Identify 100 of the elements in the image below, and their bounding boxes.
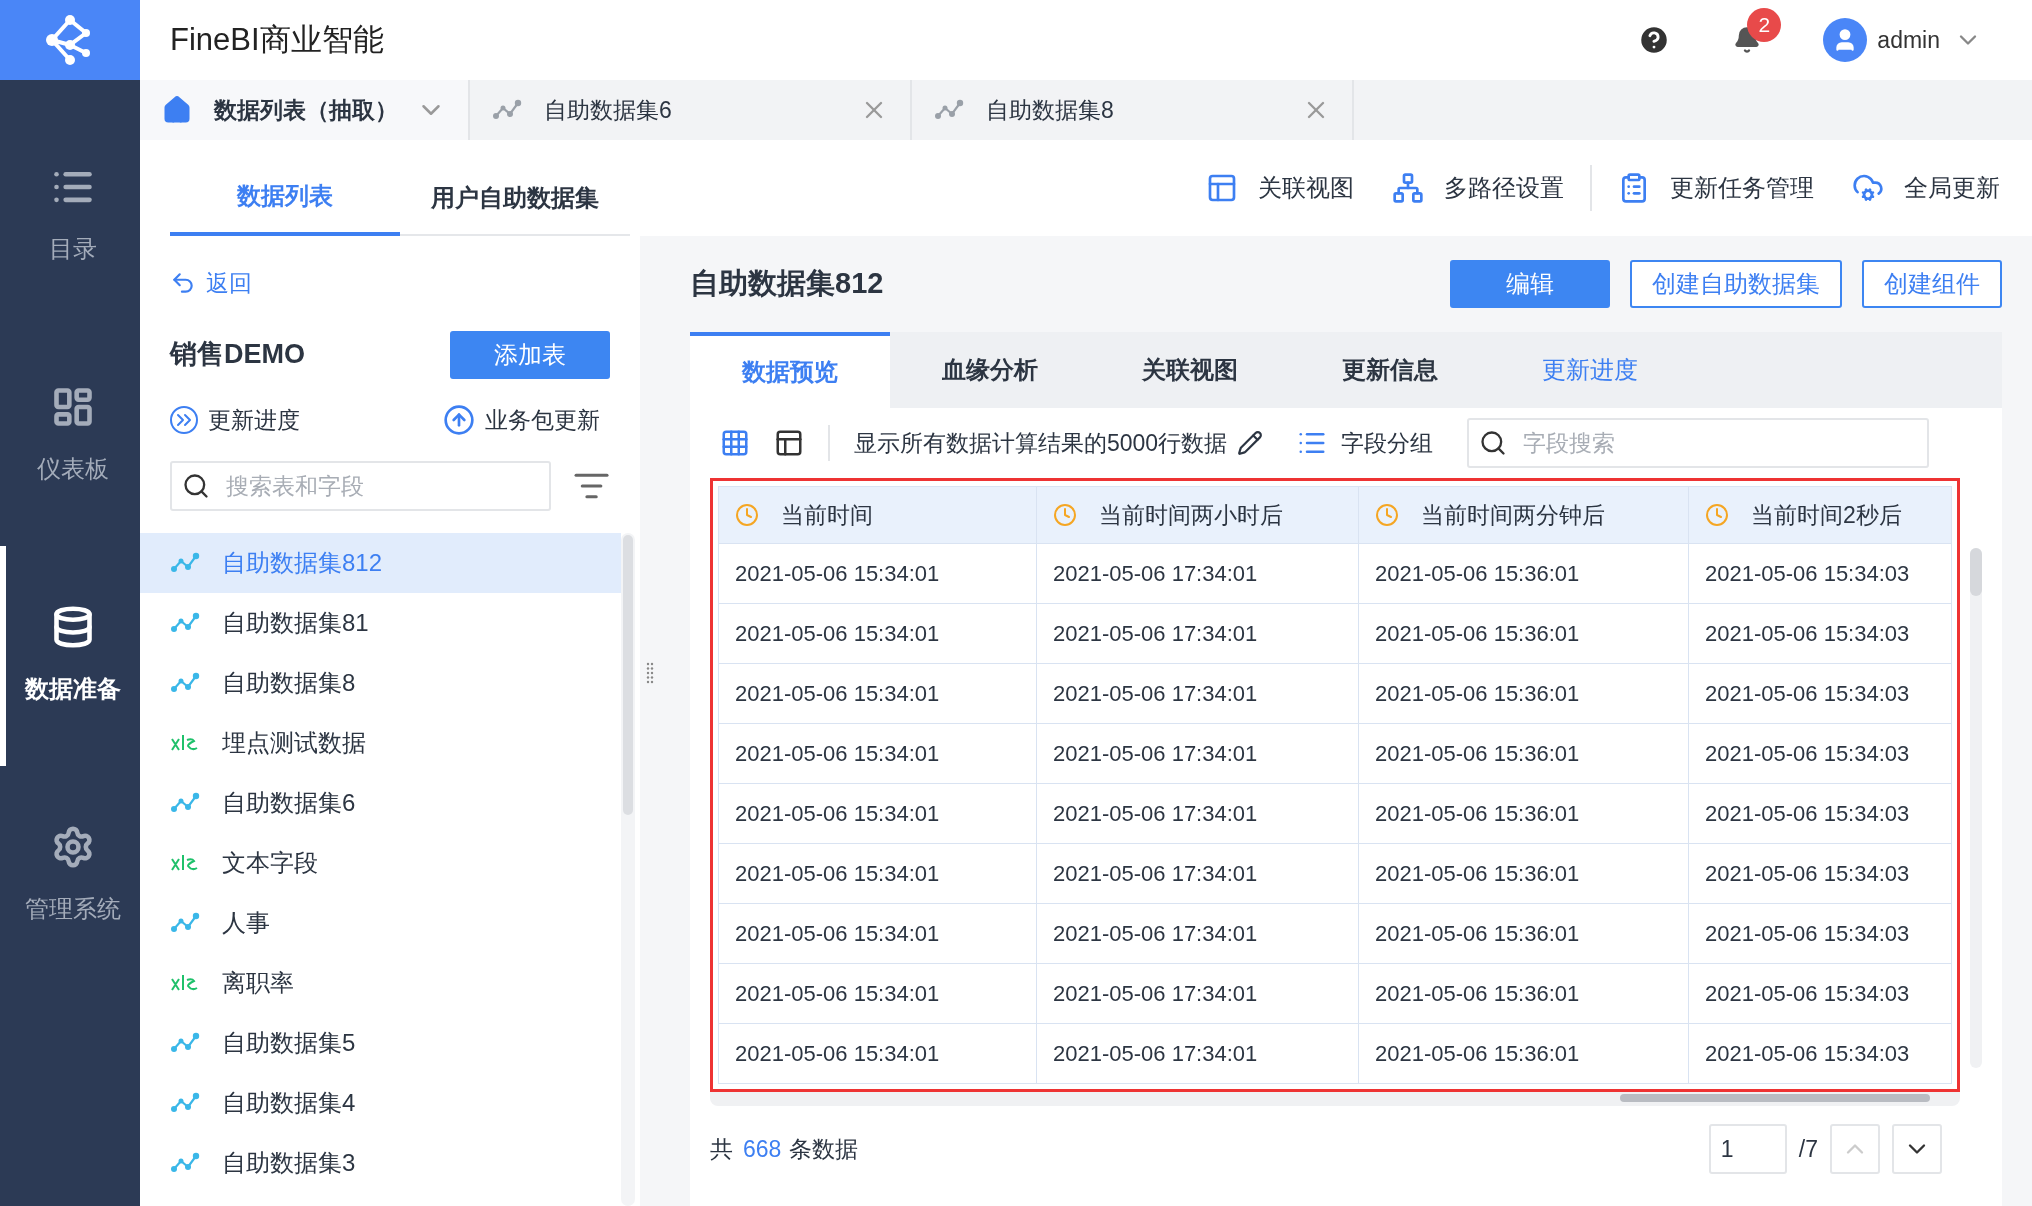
table-list-item[interactable]: 埋点测试数据: [140, 713, 621, 773]
table-name: 埋点测试数据: [222, 728, 366, 758]
detail-tab[interactable]: 数据预览: [690, 332, 890, 408]
column-header: 当前时间2秒后: [1689, 487, 1952, 544]
package-title: 销售DEMO: [170, 338, 305, 372]
panel-tab[interactable]: 用户自助数据集: [400, 160, 630, 236]
table-cell: 2021-05-06 15:34:01: [719, 664, 1037, 724]
table-cell: 2021-05-06 17:34:01: [1037, 964, 1359, 1024]
table-name: 自助数据集81: [222, 608, 369, 638]
clock-icon: [1375, 503, 1399, 527]
page-field[interactable]: 1: [1708, 1124, 1787, 1174]
table-cell: 2021-05-06 15:34:01: [719, 604, 1037, 664]
table-cell: 2021-05-06 15:36:01: [1359, 1024, 1689, 1084]
toolbar-button[interactable]: 关联视图: [1206, 170, 1354, 206]
detail-tab[interactable]: 更新信息: [1290, 332, 1490, 408]
cloud-icon: [1852, 172, 1884, 204]
table-cell: 2021-05-06 15:36:01: [1359, 964, 1689, 1024]
table-name: 人事: [222, 908, 270, 938]
table-cell: 2021-05-06 15:34:03: [1689, 844, 1952, 904]
toolbar-button[interactable]: 多路径设置: [1392, 170, 1564, 206]
user-name[interactable]: admin: [1877, 22, 1940, 58]
line-chart-icon: [170, 912, 200, 934]
table-list-item[interactable]: 文本字段: [140, 833, 621, 893]
grid-view-icon[interactable]: [720, 428, 750, 458]
clock-icon: [1705, 503, 1729, 527]
line-chart-icon: [170, 672, 200, 694]
package-update-button[interactable]: 业务包更新: [443, 402, 600, 437]
notification-badge: 2: [1747, 8, 1782, 42]
table-list-item[interactable]: 自助数据集81: [140, 593, 621, 653]
table-list-item[interactable]: 人事: [140, 893, 621, 953]
nav-item[interactable]: 仪表板: [0, 326, 140, 546]
table-name: 自助数据集8: [222, 668, 356, 698]
table-cell: 2021-05-06 15:34:03: [1689, 724, 1952, 784]
table-search-field[interactable]: 搜索表和字段: [170, 461, 551, 511]
nav-label: 数据准备: [25, 674, 121, 704]
back-link[interactable]: 返回: [170, 266, 610, 301]
table-cell: 2021-05-06 17:34:01: [1037, 844, 1359, 904]
tab-label: 数据列表（抽取）: [214, 95, 398, 125]
toolbar-button[interactable]: 全局更新: [1852, 170, 2000, 206]
page-count: /7: [1798, 1134, 1818, 1164]
table-name: 自助数据集6: [222, 788, 356, 818]
table-cell: 2021-05-06 15:36:01: [1359, 904, 1689, 964]
settings-icon: [51, 825, 95, 869]
table-cell: 2021-05-06 17:34:01: [1037, 724, 1359, 784]
table-cell: 2021-05-06 17:34:01: [1037, 604, 1359, 664]
action-button[interactable]: 创建自助数据集: [1630, 260, 1842, 308]
panel-tab[interactable]: 数据列表: [170, 160, 400, 236]
field-group-button[interactable]: 字段分组: [1297, 425, 1434, 461]
table-name: 自助数据集812: [222, 548, 383, 578]
table-name: 文本字段: [222, 848, 318, 878]
hierarchy-icon: [1392, 172, 1424, 204]
table-list-item[interactable]: 自助数据集6: [140, 773, 621, 833]
tab-label: 自助数据集6: [544, 95, 672, 125]
home-icon: [162, 95, 192, 125]
total-count: 668: [743, 1134, 782, 1164]
avatar[interactable]: [1823, 18, 1868, 62]
nav-label: 仪表板: [37, 454, 109, 484]
line-chart-icon: [170, 1092, 200, 1114]
table-list-item[interactable]: 自助数据集4: [140, 1073, 621, 1133]
table-cell: 2021-05-06 15:36:01: [1359, 664, 1689, 724]
table-cell: 2021-05-06 15:34:03: [1689, 1024, 1952, 1084]
search-icon: [1479, 429, 1508, 457]
line-chart-icon: [170, 1032, 200, 1054]
dataset-title: 自助数据集812: [690, 266, 884, 302]
clock-icon: [1053, 503, 1077, 527]
table-list-item[interactable]: 自助数据集3: [140, 1133, 621, 1193]
layout-view-icon[interactable]: [774, 428, 804, 458]
table-cell: 2021-05-06 15:34:01: [719, 964, 1037, 1024]
nav-label: 管理系统: [25, 894, 121, 924]
table-list-item[interactable]: 自助数据集5: [140, 1013, 621, 1073]
progress-icon: [170, 405, 198, 434]
table-cell: 2021-05-06 17:34:01: [1037, 904, 1359, 964]
column-header: 当前时间两小时后: [1037, 487, 1359, 544]
table-list-item[interactable]: 离职率: [140, 953, 621, 1013]
action-button[interactable]: 编辑: [1450, 260, 1610, 308]
detail-tab[interactable]: 血缘分析: [890, 332, 1090, 408]
preview-note: 显示所有数据计算结果的5000行数据: [854, 428, 1228, 458]
next-page-button[interactable]: [1892, 1124, 1942, 1174]
database-icon: [51, 605, 95, 649]
table-cell: 2021-05-06 15:34:01: [719, 1024, 1037, 1084]
update-progress-button[interactable]: 更新进度: [170, 402, 300, 437]
nav-item[interactable]: 管理系统: [0, 766, 140, 986]
line-chart-icon: [170, 1152, 200, 1174]
drag-handle-icon[interactable]: [646, 662, 654, 684]
table-cell: 2021-05-06 15:34:01: [719, 724, 1037, 784]
action-button[interactable]: 创建组件: [1862, 260, 2002, 308]
edit-icon[interactable]: [1237, 430, 1264, 456]
document-tab[interactable]: 数据列表（抽取）: [140, 80, 470, 140]
table-list-item[interactable]: 自助数据集8: [140, 653, 621, 713]
table-name: 自助数据集3: [222, 1148, 356, 1178]
nav-item[interactable]: 目录: [0, 106, 140, 326]
table-cell: 2021-05-06 15:34:01: [719, 844, 1037, 904]
table-cell: 2021-05-06 17:34:01: [1037, 544, 1359, 604]
detail-tab[interactable]: 关联视图: [1090, 332, 1290, 408]
add-table-button[interactable]: 添加表: [450, 330, 610, 379]
table-cell: 2021-05-06 17:34:01: [1037, 784, 1359, 844]
field-search-field[interactable]: 字段搜索: [1467, 418, 1930, 468]
dashboard-icon: [51, 385, 95, 429]
table-cell: 2021-05-06 15:34:03: [1689, 604, 1952, 664]
toolbar-button[interactable]: 更新任务管理: [1618, 170, 1814, 206]
